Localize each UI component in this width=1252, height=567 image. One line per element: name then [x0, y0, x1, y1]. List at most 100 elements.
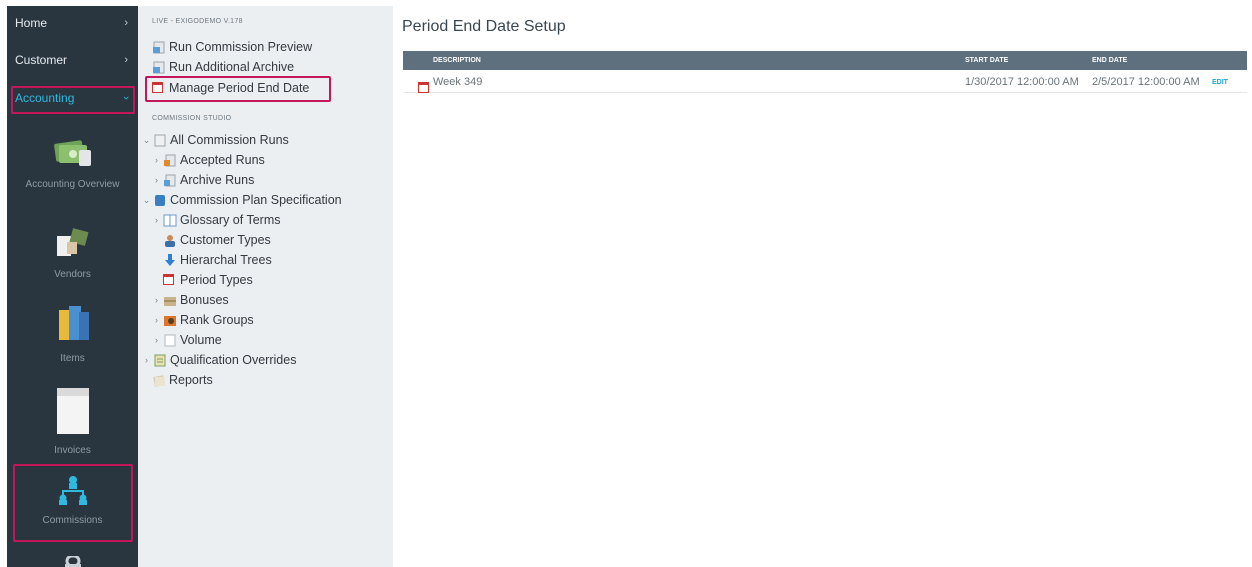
- chevron-right-icon[interactable]: ›: [152, 335, 161, 345]
- module-items[interactable]: Items: [7, 302, 138, 364]
- tree-item-volume[interactable]: › Volume: [152, 331, 222, 349]
- nav-home-label: Home: [15, 16, 48, 30]
- tree-item-accepted-runs[interactable]: › Accepted Runs: [152, 151, 265, 169]
- calendar-icon: [163, 273, 177, 287]
- tree-item-label: Commission Plan Specification: [170, 193, 342, 207]
- nav-customer-label: Customer: [15, 53, 68, 67]
- main-content: Period End Date Setup DESCRIPTION START …: [393, 6, 1252, 567]
- table-header: DESCRIPTION START DATE END DATE: [403, 51, 1247, 70]
- chevron-right-icon[interactable]: ›: [152, 175, 161, 185]
- document-icon: [153, 134, 167, 147]
- tree-item-hierarchal-trees[interactable]: Hierarchal Trees: [163, 251, 272, 269]
- tree-item-run-commission-preview[interactable]: Run Commission Preview: [152, 38, 312, 56]
- tree-item-label: Rank Groups: [180, 313, 254, 327]
- column-header-start-date[interactable]: START DATE: [965, 57, 1008, 64]
- tree-item-label: Volume: [180, 333, 222, 347]
- tree-item-bonuses[interactable]: › Bonuses: [152, 291, 229, 309]
- tree-item-label: Hierarchal Trees: [180, 253, 272, 267]
- main-sidebar: Home › Customer › Accounting › Accountin…: [7, 6, 138, 567]
- tree-item-run-additional-archive[interactable]: Run Additional Archive: [152, 58, 294, 76]
- tree-item-label: Run Commission Preview: [169, 40, 313, 54]
- module-vendors[interactable]: Vendors: [7, 224, 138, 280]
- accepted-runs-icon: [163, 154, 177, 167]
- chevron-right-icon: ›: [124, 17, 128, 29]
- chevron-right-icon: ›: [124, 54, 128, 66]
- tree-item-manage-period-end-date[interactable]: Manage Period End Date: [152, 79, 309, 97]
- cell-description: Week 349: [433, 76, 483, 88]
- tree-item-label: Qualification Overrides: [170, 353, 297, 367]
- chevron-right-icon[interactable]: ›: [152, 315, 161, 325]
- preview-doc-icon: [152, 41, 166, 54]
- items-books-icon: [7, 302, 138, 347]
- volume-icon: [163, 334, 177, 347]
- page-title: Period End Date Setup: [402, 18, 566, 35]
- tree-item-label: All Commission Runs: [170, 133, 289, 147]
- environment-label: LIVE - EXIGODEMO V.178: [152, 18, 243, 25]
- tree-item-label: Glossary of Terms: [180, 213, 281, 227]
- cell-end-date: 2/5/2017 12:00:00 AM: [1092, 76, 1200, 88]
- bonuses-icon: [163, 294, 177, 307]
- lock-icon: [7, 554, 138, 567]
- module-commissions[interactable]: Commissions: [7, 474, 138, 526]
- tree-item-label: Accepted Runs: [180, 153, 265, 167]
- nav-accounting[interactable]: Accounting ›: [7, 80, 138, 116]
- glossary-icon: [163, 214, 177, 227]
- rank-groups-icon: [163, 314, 177, 327]
- reports-icon: [152, 374, 166, 387]
- cell-start-date: 1/30/2017 12:00:00 AM: [965, 76, 1079, 88]
- tree-item-label: Manage Period End Date: [169, 81, 310, 95]
- module-next[interactable]: [7, 554, 138, 567]
- chevron-down-icon: ›: [120, 96, 133, 100]
- tree-item-customer-types[interactable]: Customer Types: [163, 231, 271, 249]
- invoice-document-icon: [7, 386, 138, 439]
- chevron-right-icon[interactable]: ›: [152, 215, 161, 225]
- tree-item-label: Reports: [169, 373, 213, 387]
- tree-item-qualification-overrides[interactable]: › Qualification Overrides: [142, 351, 296, 369]
- chevron-right-icon[interactable]: ›: [152, 155, 161, 165]
- tree-item-period-types[interactable]: Period Types: [163, 271, 253, 289]
- nav-home[interactable]: Home ›: [7, 6, 138, 40]
- qualification-icon: [153, 354, 167, 367]
- money-stack-icon: [7, 136, 138, 173]
- module-accounting-overview[interactable]: Accounting Overview: [7, 136, 138, 190]
- module-commissions-label: Commissions: [42, 515, 103, 526]
- tree-item-label: Run Additional Archive: [169, 60, 295, 74]
- chevron-right-icon[interactable]: ›: [152, 295, 161, 305]
- tree-item-archive-runs[interactable]: › Archive Runs: [152, 171, 254, 189]
- chevron-down-icon[interactable]: ⌄: [142, 135, 151, 146]
- column-header-description[interactable]: DESCRIPTION: [433, 57, 481, 64]
- tree-item-rank-groups[interactable]: › Rank Groups: [152, 311, 254, 329]
- app-window: Home › Customer › Accounting › Accountin…: [0, 0, 1252, 567]
- edit-link[interactable]: EDIT: [1212, 79, 1228, 86]
- commission-studio-label: COMMISSION STUDIO: [152, 115, 232, 122]
- table-row[interactable]: Week 349 1/30/2017 12:00:00 AM 2/5/2017 …: [403, 70, 1247, 93]
- archive-runs-icon: [163, 174, 177, 187]
- chevron-right-icon[interactable]: ›: [142, 355, 151, 365]
- column-header-end-date[interactable]: END DATE: [1092, 57, 1127, 64]
- user-icon: [163, 234, 177, 247]
- archive-doc-icon: [152, 61, 166, 74]
- book-icon: [153, 194, 167, 207]
- tree-item-label: Customer Types: [180, 233, 271, 247]
- org-hierarchy-icon: [7, 474, 138, 509]
- commission-tree-panel: LIVE - EXIGODEMO V.178 Run Commission Pr…: [138, 6, 393, 567]
- nav-customer[interactable]: Customer ›: [7, 40, 138, 80]
- tree-item-label: Archive Runs: [180, 173, 255, 187]
- module-invoices-label: Invoices: [54, 445, 91, 456]
- tree-item-label: Period Types: [180, 273, 253, 287]
- module-vendors-label: Vendors: [54, 269, 91, 280]
- tree-item-glossary-of-terms[interactable]: › Glossary of Terms: [152, 211, 281, 229]
- module-accounting-overview-label: Accounting Overview: [25, 179, 120, 190]
- tree-item-label: Bonuses: [180, 293, 229, 307]
- vendors-icon: [7, 224, 138, 263]
- down-arrow-icon: [163, 253, 177, 267]
- module-invoices[interactable]: Invoices: [7, 386, 138, 456]
- module-items-label: Items: [60, 353, 85, 364]
- tree-item-all-commission-runs[interactable]: ⌄ All Commission Runs: [142, 131, 289, 149]
- calendar-icon: [152, 81, 166, 95]
- chevron-down-icon[interactable]: ⌄: [142, 195, 151, 206]
- nav-accounting-label: Accounting: [15, 91, 75, 105]
- tree-item-commission-plan-specification[interactable]: ⌄ Commission Plan Specification: [142, 191, 342, 209]
- tree-item-reports[interactable]: Reports: [152, 371, 213, 389]
- period-end-date-table: DESCRIPTION START DATE END DATE Week 349…: [403, 51, 1247, 93]
